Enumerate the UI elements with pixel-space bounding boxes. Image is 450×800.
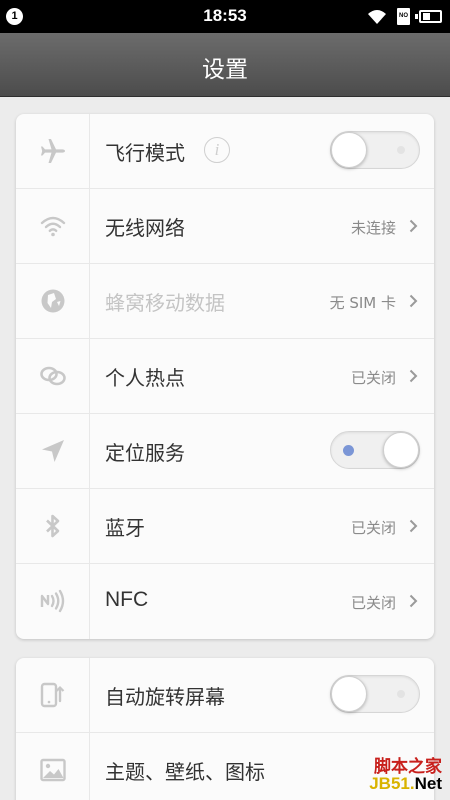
themes-label: 主题、壁纸、图标	[105, 760, 265, 784]
wifi-label: 无线网络	[105, 216, 185, 240]
settings-group-connectivity: 飞行模式 i 无线网络 未连接 蜂窝移动数据 无 SIM 卡 个人热点 已关闭 …	[16, 114, 434, 639]
auto-rotate-toggle[interactable]	[330, 675, 420, 713]
info-icon[interactable]: i	[204, 137, 230, 163]
cellular-data-status: 无 SIM 卡	[329, 294, 396, 312]
site-watermark: 脚本之家 JB51.Net	[352, 752, 444, 796]
settings-row-airplane-mode[interactable]: 飞行模式 i	[16, 114, 434, 189]
settings-row-bluetooth[interactable]: 蓝牙 已关闭	[16, 489, 434, 564]
hotspot-label: 个人热点	[105, 366, 185, 390]
bluetooth-status: 已关闭	[350, 519, 396, 537]
auto-rotate-label: 自动旋转屏幕	[105, 685, 225, 709]
chevron-right-icon	[409, 219, 418, 233]
airplane-icon	[41, 139, 65, 163]
chevron-right-icon	[409, 519, 418, 533]
airplane-mode-label: 飞行模式	[105, 141, 185, 165]
bluetooth-label: 蓝牙	[105, 516, 145, 540]
nfc-label: NFC	[105, 588, 149, 611]
settings-row-nfc[interactable]: NFC 已关闭	[16, 564, 434, 639]
nfc-icon	[40, 589, 65, 613]
app-header: 设置	[0, 33, 450, 97]
cellular-data-label: 蜂窝移动数据	[105, 291, 225, 315]
wifi-icon	[368, 10, 386, 24]
watermark-domain-prefix: JB51.	[369, 774, 415, 793]
toggle-knob	[331, 676, 367, 712]
toggle-knob	[383, 432, 419, 468]
page-title: 设置	[202, 57, 248, 83]
chevron-right-icon	[409, 594, 418, 608]
wifi-icon	[40, 216, 66, 237]
bluetooth-icon	[46, 514, 60, 538]
wallpaper-icon	[40, 758, 66, 782]
chevron-right-icon	[409, 369, 418, 383]
sim-icon: NO	[397, 8, 410, 25]
hotspot-icon	[40, 366, 66, 386]
settings-row-wifi[interactable]: 无线网络 未连接	[16, 189, 434, 264]
status-bar: 1 18:53 NO	[0, 0, 450, 33]
auto-rotate-icon	[40, 682, 65, 708]
settings-row-auto-rotate[interactable]: 自动旋转屏幕	[16, 658, 434, 733]
toggle-knob	[331, 132, 367, 168]
airplane-mode-toggle[interactable]	[330, 131, 420, 169]
location-toggle[interactable]	[330, 431, 420, 469]
settings-row-cellular-data[interactable]: 蜂窝移动数据 无 SIM 卡	[16, 264, 434, 339]
cellular-data-icon	[41, 289, 65, 313]
watermark-domain: JB51.Net	[369, 774, 442, 794]
toggle-indicator-dot	[343, 445, 354, 456]
settings-row-hotspot[interactable]: 个人热点 已关闭	[16, 339, 434, 414]
hotspot-status: 已关闭	[350, 369, 396, 387]
nfc-status: 已关闭	[350, 594, 396, 612]
location-label: 定位服务	[105, 441, 185, 465]
battery-icon	[415, 10, 442, 23]
settings-row-location[interactable]: 定位服务	[16, 414, 434, 489]
wifi-status: 未连接	[350, 219, 396, 237]
watermark-domain-suffix: Net	[414, 774, 442, 793]
chevron-right-icon	[409, 294, 418, 308]
location-icon	[42, 440, 64, 462]
